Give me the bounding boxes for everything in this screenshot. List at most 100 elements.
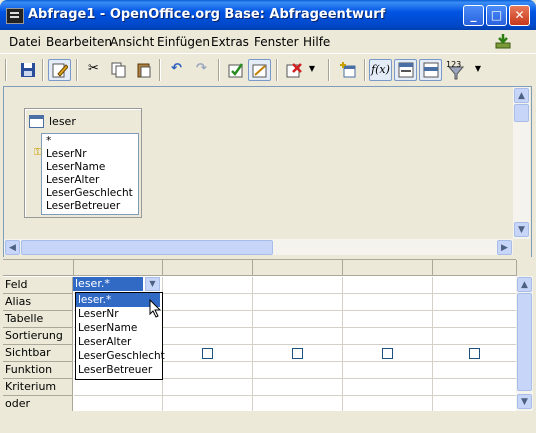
field-list[interactable]: * ⚿ LeserNr LeserName LeserAlter LeserGe… [34,133,139,215]
scroll-thumb[interactable] [21,240,273,255]
grid-cell[interactable] [253,362,343,379]
application-window: Abfrage1 - OpenOffice.org Base: Abfragee… [0,0,536,433]
design-horizontal-scrollbar[interactable]: ◀ ▶ [4,239,513,255]
grid-cell[interactable] [433,379,517,396]
column-header[interactable] [74,260,163,276]
grid-row-label: Sortierung [3,328,73,345]
field-combobox-value[interactable]: leser.* [73,277,143,291]
toolbar-separator [218,59,220,81]
scroll-right-arrow-icon[interactable]: ▶ [497,240,512,255]
grid-cell[interactable] [343,277,433,294]
minimize-button[interactable]: _ [463,5,484,26]
grid-cell[interactable] [433,277,517,294]
visible-checkbox[interactable] [202,348,213,359]
visible-checkbox[interactable] [382,348,393,359]
grid-cell[interactable] [163,362,253,379]
design-vertical-scrollbar[interactable]: ▲ ▼ [513,87,530,239]
grid-cell[interactable] [163,294,253,311]
grid-cell[interactable] [163,311,253,328]
dropdown-option[interactable]: leser.* [76,293,160,307]
menu-bearbeiten[interactable]: Bearbeiten [46,35,112,49]
grid-cell[interactable] [74,379,163,396]
close-button[interactable]: ✕ [509,5,530,26]
scroll-down-arrow-icon[interactable]: ▼ [517,394,532,409]
grid-cell[interactable] [253,328,343,345]
run-query-icon[interactable] [224,59,247,81]
update-download-icon[interactable] [494,33,512,49]
window-title: Abfrage1 - OpenOffice.org Base: Abfragee… [28,7,386,22]
add-table-icon[interactable] [336,59,359,81]
visible-checkbox[interactable] [469,348,480,359]
column-header[interactable] [433,260,517,276]
menu-datei[interactable]: Datei [9,35,41,49]
dropdown-option[interactable]: LeserGeschlecht [76,349,165,363]
grid-cell[interactable] [163,379,253,396]
grid-cell[interactable] [433,294,517,311]
menu-bar: Datei Bearbeiten Ansicht Einfügen Extras… [0,30,536,52]
table-window-title: leser [49,115,76,128]
column-header[interactable] [253,260,343,276]
grid-cell[interactable] [343,328,433,345]
grid-cell[interactable] [343,311,433,328]
grid-cell[interactable] [163,328,253,345]
grid-cell[interactable] [343,294,433,311]
cut-icon[interactable]: ✂ [82,59,105,81]
undo-icon[interactable]: ↶ [165,59,188,81]
field-item[interactable]: * [46,135,51,147]
grid-cell[interactable] [343,379,433,396]
table-name-icon[interactable] [394,59,417,81]
scroll-thumb[interactable] [517,293,532,391]
save-icon[interactable] [16,59,39,81]
alias-icon[interactable] [419,59,442,81]
field-item[interactable]: LeserAlter [46,174,99,186]
menu-fenster[interactable]: Fenster [254,35,299,49]
dropdown-option[interactable]: LeserAlter [76,335,160,349]
grid-vertical-scrollbar[interactable]: ▲ ▼ [516,276,533,411]
field-item[interactable]: ⚿ LeserNr [34,148,87,161]
grid-cell[interactable] [163,277,253,294]
grid-cell[interactable] [253,277,343,294]
column-header[interactable] [163,260,253,276]
toolbar-overflow-arrow-icon[interactable]: ▼ [306,59,318,81]
scroll-up-arrow-icon[interactable]: ▲ [514,88,529,103]
table-window-leser[interactable]: leser * ⚿ LeserNr LeserName LeserAlter L… [24,108,142,218]
dropdown-option[interactable]: LeserBetreuer [76,363,160,377]
grid-cell[interactable] [433,328,517,345]
visible-checkbox[interactable] [292,348,303,359]
grid-cell[interactable] [253,311,343,328]
grid-cell[interactable] [253,379,343,396]
delete-icon[interactable] [282,59,305,81]
field-item[interactable]: LeserName [46,161,105,173]
dropdown-option[interactable]: LeserName [76,321,160,335]
field-item[interactable]: LeserBetreuer [46,200,120,212]
copy-icon[interactable] [107,59,130,81]
maximize-button[interactable]: □ [486,5,507,26]
design-view-icon[interactable] [248,59,271,81]
menu-ansicht[interactable]: Ansicht [110,35,154,49]
openoffice-app-icon [6,8,24,24]
redo-icon[interactable]: ↷ [190,59,213,81]
dropdown-option[interactable]: LeserNr [76,307,160,321]
grid-cell[interactable] [433,311,517,328]
toolbar-overflow-arrow-icon[interactable]: ▼ [472,59,484,81]
functions-icon[interactable]: f(x) [369,59,392,81]
menu-hilfe[interactable]: Hilfe [303,35,330,49]
menu-einfuegen[interactable]: Einfügen [157,35,210,49]
grid-cell[interactable] [253,294,343,311]
scroll-up-arrow-icon[interactable]: ▲ [517,277,532,292]
edit-icon[interactable] [48,59,71,81]
grid-cell[interactable] [433,362,517,379]
paste-icon[interactable] [132,59,155,81]
grid-row-label: Alias [3,294,73,311]
primary-key-icon: ⚿ [34,147,42,158]
field-combobox[interactable]: leser.* ▼ [73,277,161,292]
scroll-left-arrow-icon[interactable]: ◀ [5,240,20,255]
chevron-down-icon[interactable]: ▼ [145,277,160,291]
scroll-down-arrow-icon[interactable]: ▼ [514,222,529,237]
scroll-thumb[interactable] [514,104,529,122]
grid-cell[interactable] [343,362,433,379]
field-item[interactable]: LeserGeschlecht [46,187,133,199]
menu-extras[interactable]: Extras [211,35,249,49]
distinct-values-icon[interactable]: 123 [444,59,467,81]
column-header[interactable] [343,260,433,276]
